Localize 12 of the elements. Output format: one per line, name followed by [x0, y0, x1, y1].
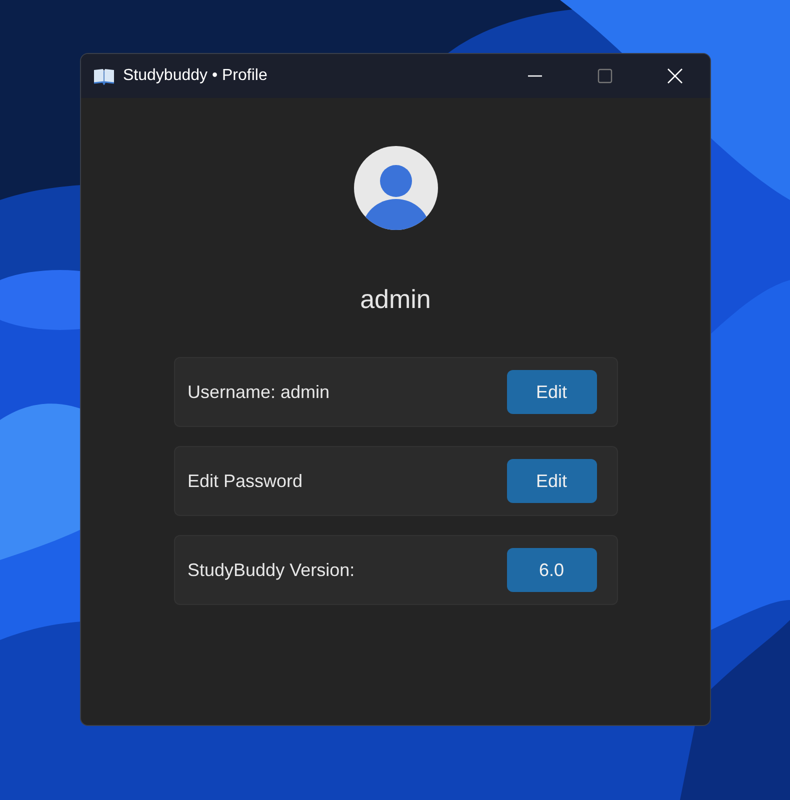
- maximize-icon[interactable]: [597, 68, 613, 84]
- window-title: Studybuddy • Profile: [123, 67, 268, 85]
- close-icon[interactable]: [667, 68, 683, 84]
- setting-label: StudyBuddy Version:: [188, 560, 355, 580]
- profile-name: admin: [360, 283, 431, 315]
- card-button[interactable]: Edit: [506, 459, 596, 503]
- card-button[interactable]: Edit: [506, 370, 596, 414]
- avatar-icon: [352, 145, 438, 231]
- setting-label: Edit Password: [188, 470, 303, 492]
- setting-label: Username: admin: [188, 382, 330, 402]
- book-icon: [93, 67, 115, 85]
- card-button[interactable]: 6.0: [506, 548, 596, 592]
